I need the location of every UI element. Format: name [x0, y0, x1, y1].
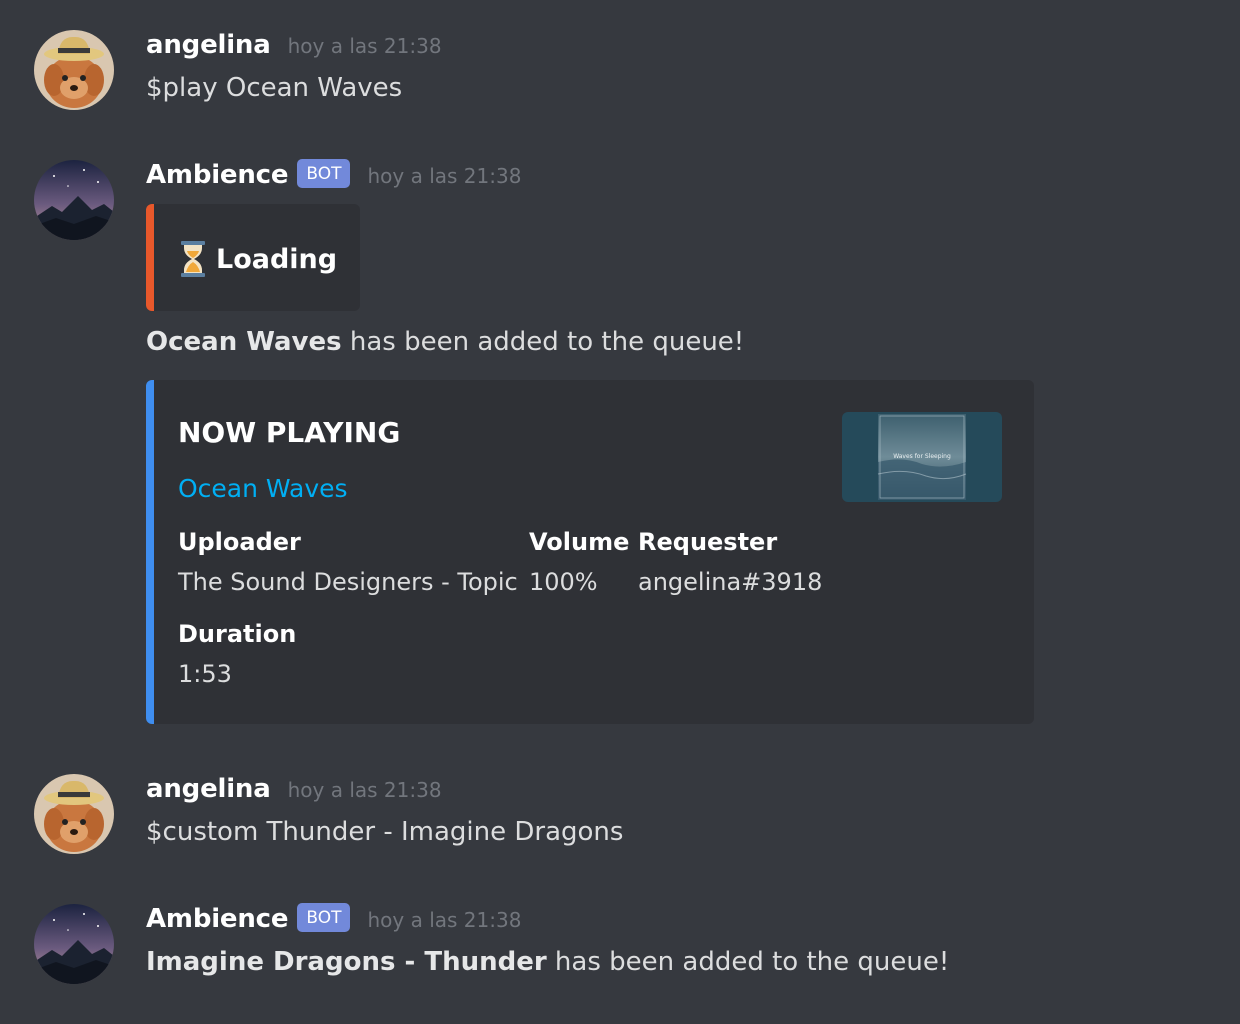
loading-text: Loading	[216, 243, 338, 275]
queued-track-title: Imagine Dragons - Thunder	[146, 947, 547, 977]
queued-suffix: has been added to the queue!	[546, 947, 950, 977]
timestamp: hoy a las 21:38	[367, 908, 522, 932]
timestamp: hoy a las 21:38	[367, 164, 522, 188]
thumbnail-caption: Waves for Sleeping	[893, 453, 951, 460]
username[interactable]: Ambience	[146, 160, 289, 190]
username[interactable]: Ambience	[146, 904, 289, 934]
field-value-requester: angelina#3918	[638, 568, 823, 596]
field-value-volume: 100%	[529, 568, 598, 596]
message-header: angelina hoy a las 21:38	[146, 774, 442, 810]
queue-message: Ocean Waves has been added to the queue!	[146, 327, 744, 357]
avatar[interactable]	[34, 30, 114, 110]
now-playing-embed: NOW PLAYING Ocean Waves Uploader The Sou…	[146, 380, 1034, 724]
field-value-uploader: The Sound Designers - Topic	[178, 568, 518, 596]
field-name-volume: Volume	[529, 528, 630, 556]
track-link[interactable]: Ocean Waves	[178, 474, 348, 503]
message-header: angelina hoy a las 21:38	[146, 30, 442, 66]
field-value-duration: 1:53	[178, 660, 232, 688]
chat-messages: angelina hoy a las 21:38 $play Ocean Wav…	[0, 0, 1240, 1024]
timestamp: hoy a las 21:38	[287, 34, 442, 58]
queue-message: Imagine Dragons - Thunder has been added…	[146, 947, 949, 977]
field-name-requester: Requester	[638, 528, 778, 556]
field-name-uploader: Uploader	[178, 528, 301, 556]
username[interactable]: angelina	[146, 30, 271, 60]
loading-row: Loading	[180, 240, 337, 278]
username[interactable]: angelina	[146, 774, 271, 804]
timestamp: hoy a las 21:38	[287, 778, 442, 802]
avatar[interactable]	[34, 904, 114, 984]
message-text: $play Ocean Waves	[146, 73, 403, 103]
queued-track-title: Ocean Waves	[146, 327, 342, 357]
bot-tag: BOT	[297, 159, 351, 188]
track-thumbnail[interactable]: Waves for Sleeping	[842, 412, 1002, 502]
message-header: Ambience BOT hoy a las 21:38	[146, 159, 522, 196]
queued-suffix: has been added to the queue!	[341, 327, 745, 357]
avatar[interactable]	[34, 160, 114, 240]
embed-title: NOW PLAYING	[178, 416, 401, 449]
hourglass-icon	[180, 240, 206, 278]
embed-accent-bar	[146, 204, 154, 311]
bot-tag: BOT	[297, 903, 351, 932]
message-header: Ambience BOT hoy a las 21:38	[146, 903, 522, 940]
field-name-duration: Duration	[178, 620, 297, 648]
message-text: $custom Thunder - Imagine Dragons	[146, 817, 624, 847]
loading-embed: Loading	[146, 204, 360, 311]
embed-accent-bar	[146, 380, 154, 724]
avatar[interactable]	[34, 774, 114, 854]
